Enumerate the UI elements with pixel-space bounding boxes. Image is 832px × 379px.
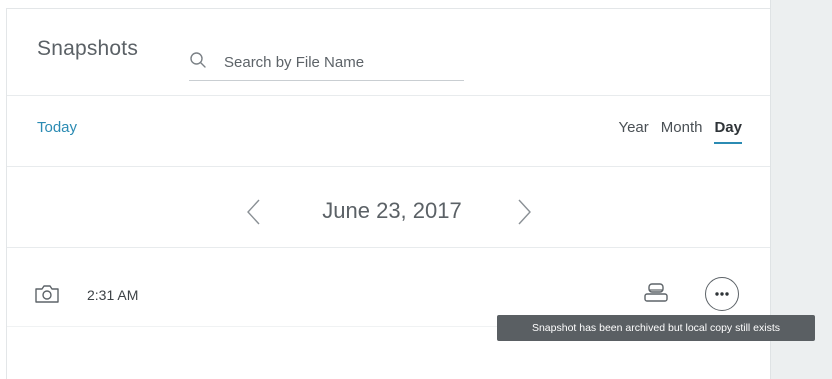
chevron-left-icon[interactable]: [244, 198, 264, 226]
search-box: [189, 47, 464, 81]
filter-divider: [7, 166, 770, 167]
date-navigator: June 23, 2017: [7, 194, 770, 234]
tab-month[interactable]: Month: [661, 119, 703, 144]
more-options-button[interactable]: [705, 277, 739, 311]
today-link[interactable]: Today: [37, 119, 77, 136]
snapshot-time: 2:31 AM: [87, 287, 139, 303]
header-divider: [7, 95, 770, 96]
current-date: June 23, 2017: [322, 198, 462, 223]
range-tabs: Year Month Day: [618, 119, 742, 144]
archive-icon[interactable]: [643, 281, 669, 305]
search-input[interactable]: [224, 47, 459, 77]
more-icon: [715, 292, 729, 296]
tab-year[interactable]: Year: [618, 119, 648, 144]
chevron-right-icon[interactable]: [514, 198, 534, 226]
archive-status-tooltip: Snapshot has been archived but local cop…: [497, 315, 815, 341]
tab-day[interactable]: Day: [714, 119, 742, 144]
page-title: Snapshots: [37, 37, 139, 60]
date-divider: [7, 247, 770, 248]
search-icon: [189, 51, 207, 69]
camera-icon: [34, 284, 60, 304]
